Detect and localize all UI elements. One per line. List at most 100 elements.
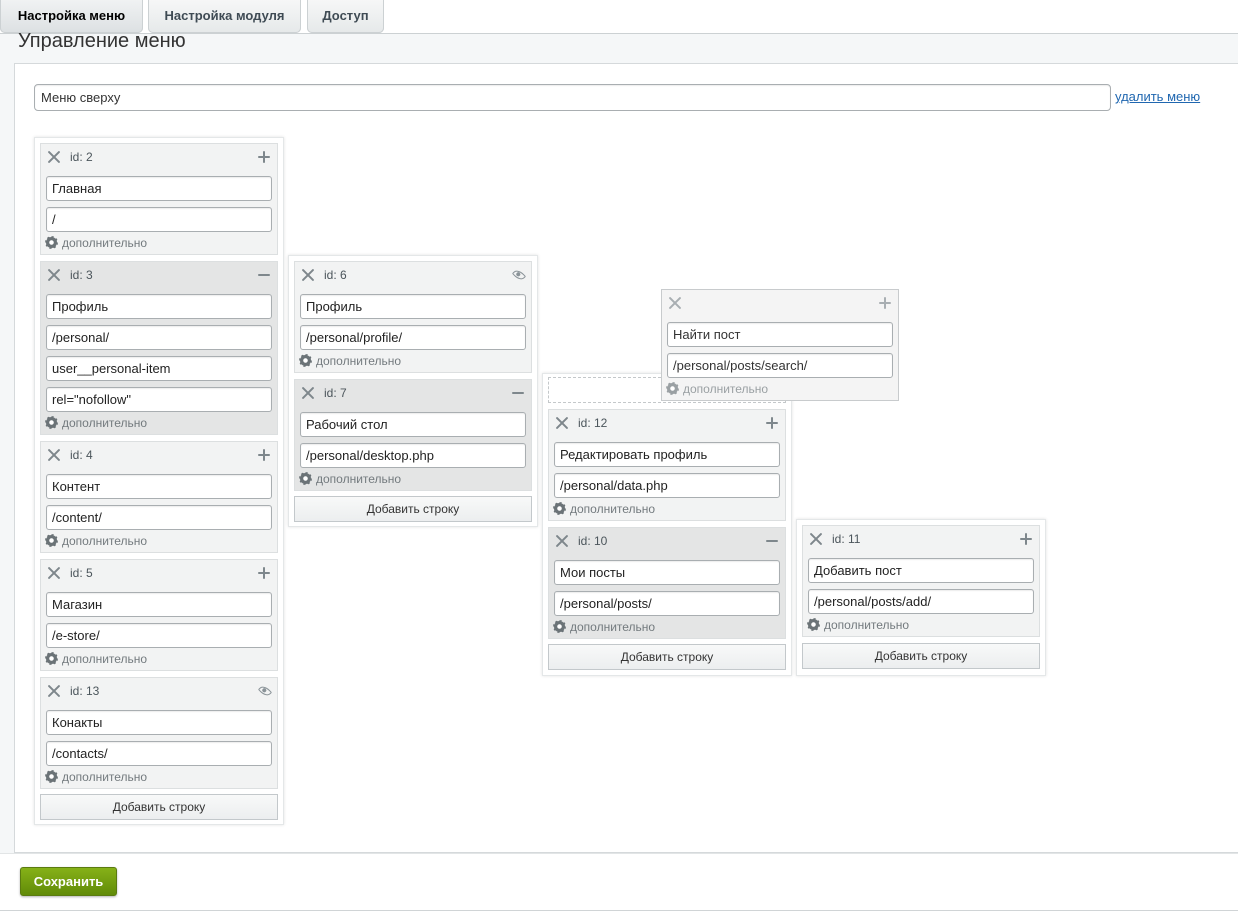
item-title-field[interactable] — [46, 474, 272, 499]
item-title-field[interactable] — [46, 592, 272, 617]
item-title-field[interactable] — [46, 176, 272, 201]
item-link-field[interactable] — [300, 325, 526, 350]
remove-icon[interactable] — [555, 534, 569, 548]
item-extra-toggle[interactable]: дополнительно — [667, 382, 768, 396]
item-link-field[interactable] — [667, 353, 893, 378]
item-extra-label: дополнительно — [683, 382, 769, 396]
item-link-field[interactable] — [46, 623, 272, 648]
remove-icon[interactable] — [47, 448, 61, 462]
menu-item: id: 7 дополнительно — [294, 379, 532, 491]
plus-icon[interactable] — [1019, 532, 1033, 546]
plus-icon[interactable] — [257, 566, 271, 580]
minus-icon[interactable] — [765, 534, 779, 548]
item-link-field[interactable] — [46, 741, 272, 766]
gear-icon — [300, 355, 311, 366]
tab-module-settings[interactable]: Настройка модуля — [148, 0, 301, 33]
menu-column-level-1: id: 2 дополнительно id: 3 дополнительно … — [34, 137, 284, 825]
delete-menu-link[interactable]: удалить меню — [1115, 89, 1200, 104]
section-title: Управление меню — [18, 30, 186, 52]
item-link-field[interactable] — [300, 443, 526, 468]
plus-icon[interactable] — [257, 448, 271, 462]
add-row-button[interactable]: Добавить строку — [40, 794, 278, 820]
menu-item: id: 6 дополнительно — [294, 261, 532, 373]
item-id: id: 11 — [832, 532, 861, 546]
item-extra-toggle[interactable]: дополнительно — [808, 618, 909, 632]
plus-icon[interactable] — [257, 150, 271, 164]
tab-menu-settings[interactable]: Настройка меню — [0, 0, 143, 33]
item-link-field[interactable] — [554, 473, 780, 498]
item-class-field[interactable] — [46, 356, 272, 381]
gear-icon — [46, 653, 57, 664]
menu-name-input[interactable] — [34, 84, 1111, 111]
item-extra-label: дополнительно — [62, 236, 148, 250]
plus-icon[interactable] — [878, 296, 892, 310]
tab-access[interactable]: Доступ — [307, 0, 384, 33]
item-extra-label: дополнительно — [316, 354, 402, 368]
gear-icon — [808, 619, 819, 630]
remove-icon[interactable] — [301, 386, 315, 400]
remove-icon[interactable] — [47, 684, 61, 698]
gear-icon — [46, 535, 57, 546]
menu-column-level-4: id: 11 дополнительно Добавить строку — [796, 519, 1046, 676]
eye-icon[interactable] — [257, 683, 273, 699]
item-extra-toggle[interactable]: дополнительно — [46, 652, 147, 666]
gear-icon — [46, 771, 57, 782]
menu-column-level-3: id: 12 дополнительно id: 10 дополнительн… — [542, 373, 792, 676]
tab-bar: Настройка меню Настройка модуля Доступ — [0, 0, 1238, 33]
menu-item: id: 2 дополнительно — [40, 143, 278, 255]
item-link-field[interactable] — [46, 505, 272, 530]
remove-icon[interactable] — [47, 268, 61, 282]
item-extra-toggle[interactable]: дополнительно — [46, 770, 147, 784]
item-extra-toggle[interactable]: дополнительно — [46, 416, 147, 430]
item-title-field[interactable] — [554, 442, 780, 467]
item-id: id: 13 — [70, 684, 100, 698]
item-id: id: 10 — [578, 534, 608, 548]
item-link-field[interactable] — [554, 591, 780, 616]
add-row-button[interactable]: Добавить строку — [548, 644, 786, 670]
item-title-field[interactable] — [808, 558, 1034, 583]
save-button[interactable]: Сохранить — [20, 867, 117, 896]
item-id: id: 3 — [70, 268, 93, 282]
remove-icon[interactable] — [809, 532, 823, 546]
item-link-field[interactable] — [46, 325, 272, 350]
remove-icon[interactable] — [47, 150, 61, 164]
item-link-field[interactable] — [808, 589, 1034, 614]
item-attr-field[interactable] — [46, 387, 272, 412]
item-extra-toggle[interactable]: дополнительно — [46, 534, 147, 548]
gear-icon — [300, 473, 311, 484]
menu-item: id: 13 дополнительно — [40, 677, 278, 789]
item-extra-toggle[interactable]: дополнительно — [300, 472, 401, 486]
item-title-field[interactable] — [46, 710, 272, 735]
menu-item: id: 4 дополнительно — [40, 441, 278, 553]
menu-item: id: 3 дополнительно — [40, 261, 278, 435]
item-extra-toggle[interactable]: дополнительно — [300, 354, 401, 368]
item-title-field[interactable] — [667, 322, 893, 347]
plus-icon[interactable] — [765, 416, 779, 430]
item-extra-toggle[interactable]: дополнительно — [554, 502, 655, 516]
remove-icon[interactable] — [668, 296, 682, 310]
item-link-field[interactable] — [46, 207, 272, 232]
item-extra-label: дополнительно — [316, 472, 402, 486]
gear-icon — [554, 621, 565, 632]
add-row-button[interactable]: Добавить строку — [802, 643, 1040, 669]
add-row-button[interactable]: Добавить строку — [294, 496, 532, 522]
item-title-field[interactable] — [300, 412, 526, 437]
dragged-menu-item[interactable]: дополнительно — [661, 289, 899, 401]
item-title-field[interactable] — [554, 560, 780, 585]
menu-item: id: 11 дополнительно — [802, 525, 1040, 637]
gear-icon — [667, 383, 678, 394]
gear-icon — [46, 237, 57, 248]
item-extra-toggle[interactable]: дополнительно — [46, 236, 147, 250]
minus-icon[interactable] — [257, 268, 271, 282]
item-title-field[interactable] — [300, 294, 526, 319]
item-title-field[interactable] — [46, 294, 272, 319]
menu-item: id: 10 дополнительно — [548, 527, 786, 639]
remove-icon[interactable] — [47, 566, 61, 580]
item-extra-toggle[interactable]: дополнительно — [554, 620, 655, 634]
minus-icon[interactable] — [511, 386, 525, 400]
item-id: id: 4 — [70, 448, 93, 462]
remove-icon[interactable] — [555, 416, 569, 430]
remove-icon[interactable] — [301, 268, 315, 282]
item-extra-label: дополнительно — [570, 620, 656, 634]
eye-icon[interactable] — [511, 267, 527, 283]
